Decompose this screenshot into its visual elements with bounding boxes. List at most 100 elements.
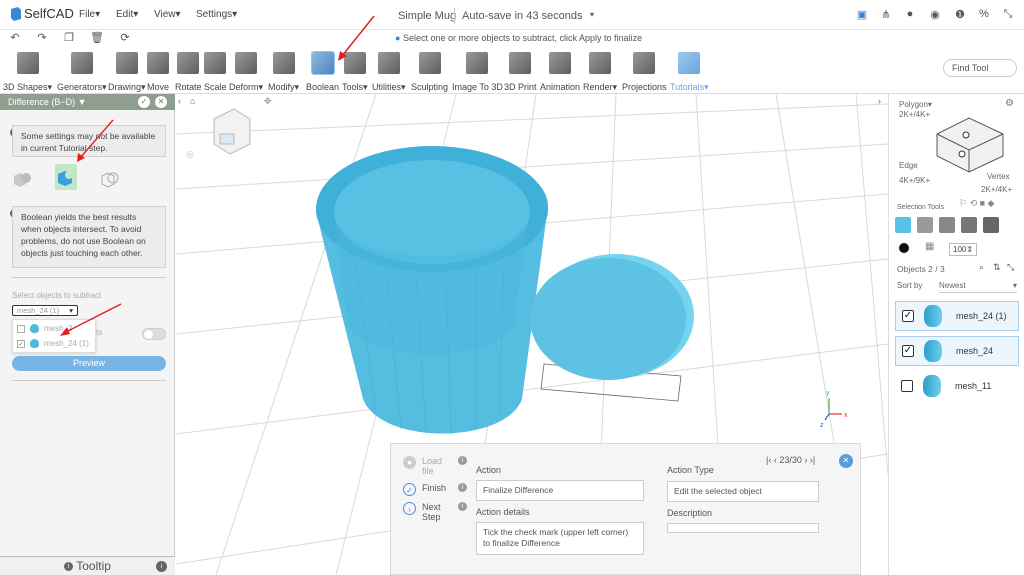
object-row[interactable]: ✓ mesh_24: [895, 336, 1019, 366]
save-icon[interactable]: ▣: [855, 8, 869, 22]
collapse-icon[interactable]: ⤡: [1007, 262, 1014, 273]
redo-icon[interactable]: ↷: [35, 31, 49, 45]
tool-move[interactable]: Move: [147, 48, 169, 94]
pattern-icon[interactable]: ▦: [925, 241, 934, 252]
tool-label: Rotate: [175, 82, 202, 92]
tool-label: Generators▾: [57, 82, 107, 92]
sort-icon[interactable]: ⇅: [993, 262, 1001, 273]
tutorial-nav[interactable]: |‹ ‹ 23/30 › ›|: [766, 455, 815, 465]
tool-icon: [678, 52, 701, 74]
object-row[interactable]: mesh_11: [895, 371, 1019, 401]
tool-projections[interactable]: Projections: [622, 48, 667, 94]
tool-3d-shapes[interactable]: 3D Shapes▾: [3, 48, 52, 94]
share-icon[interactable]: ⋔: [879, 8, 893, 22]
object-row[interactable]: ✓ mesh_24 (1): [895, 301, 1019, 331]
select-vertex-icon[interactable]: [961, 217, 977, 233]
tool-rotate[interactable]: Rotate: [175, 48, 202, 94]
object-checkbox[interactable]: ✓: [902, 345, 914, 357]
check-icon: ✓: [403, 483, 416, 496]
action-field: Finalize Difference: [476, 480, 644, 501]
menu-file[interactable]: File▾: [79, 9, 100, 20]
tutorial-step[interactable]: › Next Step i: [403, 502, 467, 522]
selection-tool-icons[interactable]: ⚐ ⟲ ■ ◆: [959, 198, 994, 209]
undo-icon[interactable]: ↶: [8, 31, 22, 45]
action-details-field: Tick the check mark (upper left corner) …: [476, 522, 644, 555]
selection-mode-cube[interactable]: [929, 108, 1009, 178]
mesh-thumbnail-icon: [923, 375, 941, 397]
mesh-thumbnail-icon: [924, 305, 942, 327]
tool-icon: [235, 52, 258, 74]
polygon-label[interactable]: Polygon▾: [899, 100, 932, 109]
select-mode-icon[interactable]: [983, 217, 999, 233]
tool-scale[interactable]: Scale: [204, 48, 227, 94]
svg-text:y: y: [826, 390, 830, 397]
tooltip-bar[interactable]: i Tooltip i: [0, 556, 175, 575]
menu-edit[interactable]: Edit▾: [116, 9, 138, 20]
help-icon[interactable]: ❶: [953, 8, 967, 22]
tool-generators[interactable]: Generators▾: [57, 48, 107, 94]
tool-sculpting[interactable]: Sculpting: [411, 48, 448, 94]
tutorial-step: ✓ Finish i: [403, 483, 467, 496]
select-object-icon[interactable]: [895, 217, 911, 233]
percent-icon[interactable]: %: [977, 8, 991, 22]
collapse-left-icon[interactable]: ‹: [178, 96, 181, 106]
boolean-panel: Difference (B−D) ▼ ✓ ✕ i Some settings m…: [0, 94, 175, 575]
find-tool-input[interactable]: Find Tool: [943, 59, 1017, 77]
home-icon[interactable]: ⌂: [190, 96, 195, 106]
tool-image-to-3d[interactable]: Image To 3D: [452, 48, 503, 94]
light-icon[interactable]: ◎: [186, 149, 194, 160]
select-edge-icon[interactable]: [939, 217, 955, 233]
polygon-count: 2K+/4K+: [899, 110, 931, 119]
user-icon[interactable]: ◉: [928, 8, 942, 22]
close-tutorial-icon[interactable]: ✕: [839, 454, 853, 468]
select-face-icon[interactable]: [917, 217, 933, 233]
edge-label[interactable]: Edge: [899, 161, 918, 170]
tool-label: Tutorials▾: [670, 82, 709, 92]
hint-bar: ● Select one or more objects to subtract…: [395, 33, 642, 43]
logo-text: SelfCAD: [24, 6, 74, 21]
step-label: Load file: [422, 456, 443, 476]
tool-label: Move: [147, 82, 170, 92]
tool-render[interactable]: Render▾: [583, 48, 617, 94]
svg-text:x: x: [844, 412, 848, 419]
tool-animation[interactable]: Animation: [540, 48, 580, 94]
copy-icon[interactable]: ❐: [62, 31, 76, 45]
camera-control-icon[interactable]: ✥: [264, 96, 272, 107]
brush-dot-icon[interactable]: [899, 243, 909, 253]
tool-tutorials[interactable]: Tutorials▾: [670, 48, 709, 94]
brush-size-input[interactable]: 100⇕: [949, 243, 977, 256]
reset-icon[interactable]: ⟳: [118, 31, 132, 45]
selfcad-logo[interactable]: SelfCAD: [10, 6, 74, 21]
bell-icon[interactable]: ●: [903, 8, 917, 22]
action-type-field: Edit the selected object: [667, 481, 819, 502]
vertex-label[interactable]: Vertex: [987, 172, 1010, 181]
tool-3d-print[interactable]: 3D Print: [504, 48, 537, 94]
tooltip-info-icon[interactable]: i: [156, 561, 167, 572]
search-icon[interactable]: ⌕: [979, 262, 984, 273]
tool-icon: [204, 52, 227, 74]
tool-modify[interactable]: Modify▾: [268, 48, 299, 94]
delete-icon[interactable]: 🗑: [90, 31, 104, 45]
object-checkbox[interactable]: [901, 380, 913, 392]
collapse-right-icon[interactable]: ›: [878, 96, 881, 106]
expand-icon[interactable]: ⤡: [1001, 8, 1015, 22]
object-checkbox[interactable]: ✓: [902, 310, 914, 322]
tool-drawing[interactable]: Drawing▾: [108, 48, 146, 94]
menu-settings[interactable]: Settings▾: [196, 9, 237, 20]
tool-icon: [70, 52, 93, 74]
vertex-count: 2K+/4K+: [981, 185, 1013, 194]
tool-icon: [418, 52, 441, 74]
autosave-dropdown-icon[interactable]: ▾: [590, 10, 594, 19]
objects-count: Objects 2 / 3: [897, 264, 945, 274]
axis-gizmo: y x z: [820, 390, 848, 429]
tool-label: Scale: [204, 82, 227, 92]
action-type-label: Action Type: [667, 465, 714, 475]
description-label: Description: [667, 508, 713, 518]
tool-label: 3D Print: [504, 82, 537, 92]
sort-select[interactable]: Newest ▾: [939, 279, 1017, 293]
menu-view[interactable]: View▾: [154, 9, 181, 20]
tool-label: Boolean: [306, 82, 340, 92]
project-name[interactable]: Simple Mug: [398, 10, 456, 22]
info-icon: i: [458, 502, 467, 511]
tool-deform[interactable]: Deform▾: [229, 48, 263, 94]
